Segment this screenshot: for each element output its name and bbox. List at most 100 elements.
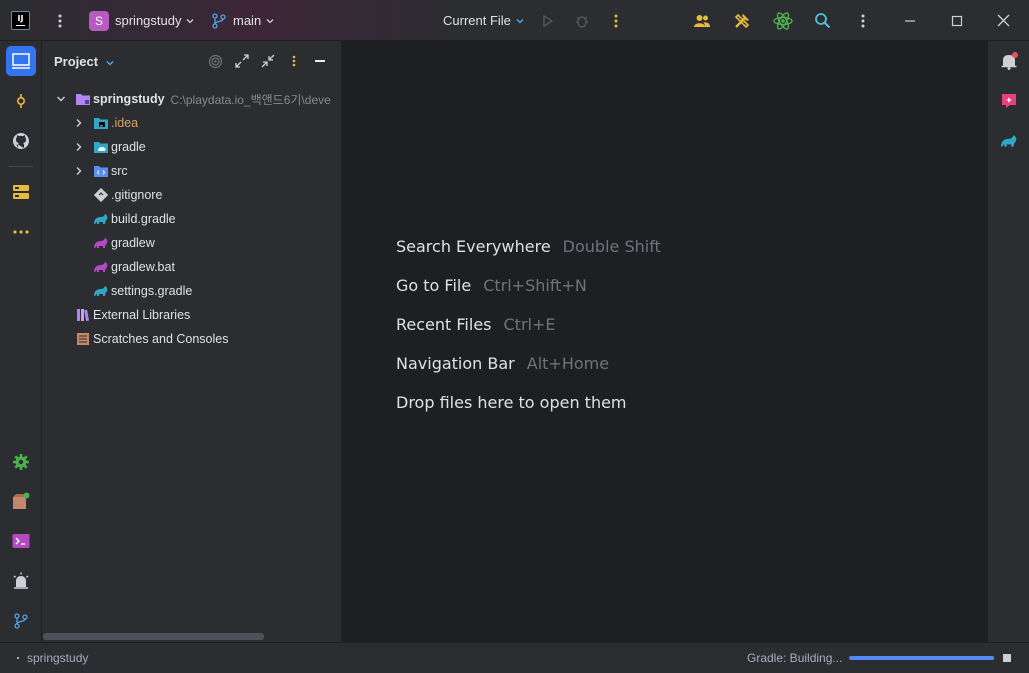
notifications-button[interactable] [996,48,1022,74]
target-icon [208,54,222,68]
chevron-down-icon [516,18,524,24]
github-tool-button[interactable] [6,126,36,156]
chevron-right-icon[interactable] [71,139,87,155]
panel-options-button[interactable] [286,53,302,69]
hint-go-to-file[interactable]: Go to File Ctrl+Shift+N [396,276,587,295]
project-selector[interactable]: S springstudy [89,0,195,41]
stop-task-button[interactable] [1003,654,1011,662]
tree-item-gradlew-bat[interactable]: gradlew.bat [42,255,342,279]
right-tool-strip [987,41,1029,642]
tree-item-label: build.gradle [111,212,176,226]
tree-item-project-root[interactable]: springstudy C:\playdata.io_백앤드6기\deve [42,87,342,111]
run-button[interactable] [541,0,555,41]
tree-item-path: C:\playdata.io_백앤드6기\deve [170,92,331,107]
structure-tool-button[interactable] [6,177,36,207]
branch-selector[interactable]: main [211,0,275,41]
background-task-progress[interactable] [849,656,995,660]
terminal-icon [12,534,30,548]
breadcrumb-project: springstudy [27,651,89,665]
tree-item-gradle-folder[interactable]: gradle [42,135,342,159]
hint-action: Drop files here to open them [396,393,627,412]
external-libraries-icon [75,307,91,323]
code-with-me-button[interactable] [693,0,711,41]
git-tool-button[interactable] [6,606,36,636]
run-config-selector[interactable]: Current File [443,0,525,41]
settings-menu-button[interactable] [854,0,872,41]
maximize-icon [951,15,963,26]
users-icon [694,14,710,27]
main-menu-button[interactable] [51,0,69,41]
folder-module-icon [75,91,91,107]
hint-action: Go to File [396,276,472,295]
tree-item-external-libraries[interactable]: External Libraries [42,303,342,327]
hint-navigation-bar[interactable]: Navigation Bar Alt+Home [396,354,609,373]
intellij-logo-icon[interactable]: IJ [11,11,30,30]
tree-item-label: gradle [111,140,146,154]
tree-item-src[interactable]: src [42,159,342,183]
collapse-icon [261,54,275,68]
breadcrumb[interactable]: springstudy [17,651,88,665]
more-vertical-icon [292,55,296,67]
expand-all-button[interactable] [234,53,250,69]
hint-drop-files: Drop files here to open them [396,393,627,412]
ai-assistant-button[interactable] [996,88,1022,114]
minimize-button[interactable] [904,0,916,41]
project-panel-header: Project [42,41,342,81]
background-task-label[interactable]: Gradle: Building... [747,651,842,665]
tree-item-scratches[interactable]: Scratches and Consoles [42,327,342,351]
git-branch-icon [14,613,28,629]
debug-button[interactable] [574,0,590,41]
maximize-button[interactable] [951,0,963,41]
hint-action: Recent Files [396,315,492,334]
chevron-right-icon[interactable] [71,115,87,131]
build-icon [13,492,30,509]
run-icon [543,14,554,27]
terminal-tool-button[interactable] [6,526,36,556]
tree-item-gitignore[interactable]: .gitignore [42,183,342,207]
branch-name: main [233,13,262,28]
gradle-icon [1001,135,1017,147]
hide-panel-button[interactable] [312,53,328,69]
problems-tool-button[interactable] [6,566,36,596]
commit-tool-button[interactable] [6,86,36,116]
hint-search-everywhere[interactable]: Search Everywhere Double Shift [396,237,661,256]
debug-icon [576,15,588,28]
run-more-button[interactable] [607,0,625,41]
build-tools-button[interactable] [733,0,751,41]
gradle-file-icon [93,211,109,227]
folder-src-icon [93,163,109,179]
hint-shortcut: Ctrl+Shift+N [483,276,587,295]
search-button[interactable] [814,0,831,41]
run-config-label: Current File [443,13,511,28]
tree-item-settings-gradle[interactable]: settings.gradle [42,279,342,303]
gradlew-icon [93,235,109,251]
scratches-icon [75,331,91,347]
build-tool-button[interactable] [6,486,36,516]
tree-item-build-gradle[interactable]: build.gradle [42,207,342,231]
tree-item-idea[interactable]: .idea [42,111,342,135]
more-tools-button[interactable] [6,217,36,247]
close-button[interactable] [997,0,1010,41]
project-name: springstudy [115,13,182,28]
chevron-right-icon[interactable] [71,163,87,179]
tree-item-gradlew[interactable]: gradlew [42,231,342,255]
hint-recent-files[interactable]: Recent Files Ctrl+E [396,315,555,334]
hint-shortcut: Ctrl+E [503,315,556,334]
select-opened-file-button[interactable] [207,53,223,69]
minimize-icon [905,19,915,22]
commit-icon [17,94,26,108]
project-tool-button[interactable] [6,46,36,76]
collapse-all-button[interactable] [260,53,276,69]
atom-plugin-button[interactable] [772,0,794,41]
gradle-tool-button[interactable] [996,128,1022,154]
project-panel: Project springstudy C:\playdata.io_백앤드6기… [42,41,342,642]
project-view-selector[interactable]: Project [54,54,115,69]
chevron-down-icon[interactable] [53,91,69,107]
horizontal-scrollbar[interactable] [43,633,264,640]
tree-item-label: settings.gradle [111,284,193,298]
status-bar: springstudy Gradle: Building... [0,642,1029,673]
atom-icon [773,11,793,30]
minimize-icon [315,60,325,62]
tree-item-label: springstudy [93,92,165,106]
services-tool-button[interactable] [6,447,36,477]
